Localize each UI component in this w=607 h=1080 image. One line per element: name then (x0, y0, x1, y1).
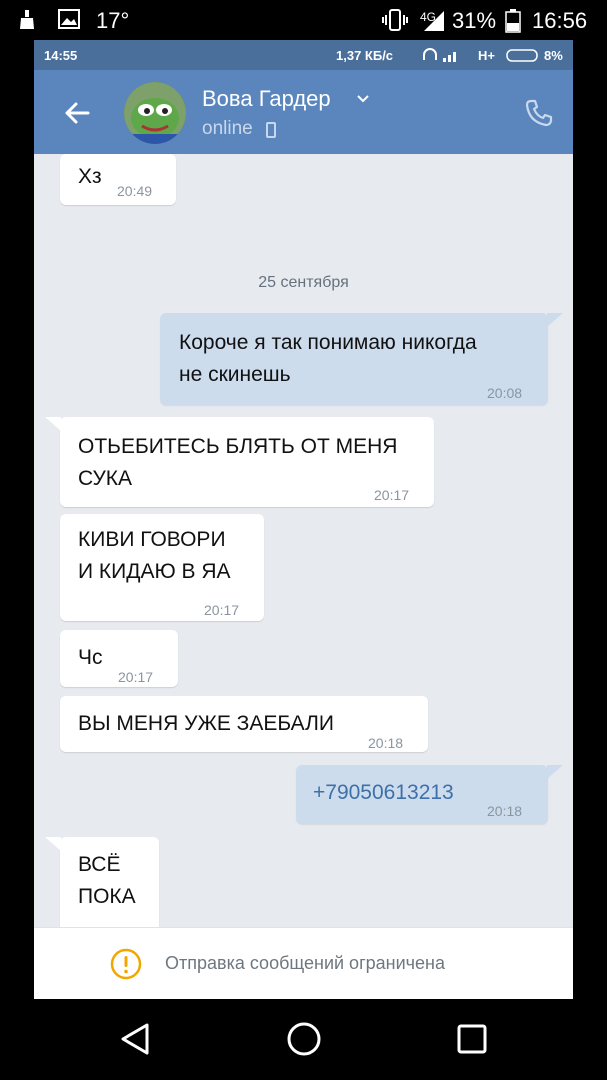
temperature: 17° (96, 8, 130, 33)
message-text: Короче я так понимаю никогда не скинешь (179, 331, 477, 386)
phone-icon[interactable] (524, 98, 554, 128)
date-separator: 25 сентября (258, 274, 349, 291)
message-time: 20:18 (368, 735, 404, 751)
message-time: 20:17 (118, 669, 154, 685)
signal-icon (424, 11, 444, 31)
clock: 16:56 (532, 8, 588, 33)
message-list[interactable]: Хз 20:49 25 сентября Короче я так понима… (34, 154, 573, 944)
inner-signal-icon (443, 52, 456, 62)
avatar[interactable] (124, 82, 186, 144)
back-arrow-icon[interactable] (60, 96, 94, 130)
message-text: Чс (78, 646, 103, 669)
message-incoming[interactable]: ОТЬЕБИТЕСЬ БЛЯТЬ ОТ МЕНЯ СУКА 20:17 (45, 417, 434, 507)
bubble-tail (45, 417, 61, 431)
presence-status: online (202, 118, 253, 139)
net-speed: 1,37 КБ/с (336, 48, 394, 63)
message-time: 20:49 (117, 183, 153, 199)
message-incoming[interactable]: ВЫ МЕНЯ УЖЕ ЗАЕБАЛИ 20:18 (60, 696, 428, 752)
message-outgoing[interactable]: Короче я так понимаю никогда не скинешь … (160, 313, 563, 405)
message-text: КИВИ ГОВОРИ И КИДАЮ В ЯА (78, 528, 231, 583)
phone-number-link[interactable]: +79050613213 (313, 777, 454, 809)
message-outgoing[interactable]: +79050613213 20:18 (296, 765, 563, 824)
message-text: ВСЁ ПОКА (78, 853, 136, 908)
recents-square-icon[interactable] (456, 1023, 488, 1055)
battery-icon (505, 9, 521, 33)
bubble-tail (547, 313, 563, 327)
message-text: ВЫ МЕНЯ УЖЕ ЗАЕБАЛИ (78, 712, 335, 735)
home-circle-icon[interactable] (286, 1021, 322, 1057)
inner-net-type: H+ (478, 48, 495, 63)
battery-percent: 31% (452, 8, 497, 33)
device-status-bar: 17° 4G 31% 16:56 (0, 0, 607, 40)
message-time: 20:17 (374, 487, 410, 503)
inner-battery-icon (506, 49, 538, 62)
message-text: Хз (78, 165, 102, 188)
message-time: 20:18 (487, 803, 523, 819)
inner-status-bar: 14:55 1,37 КБ/с H+ 8% (34, 40, 573, 70)
bubble-tail (45, 837, 61, 851)
message-time: 20:17 (204, 602, 240, 618)
restriction-footer: Отправка сообщений ограничена (34, 927, 573, 999)
screenshot-frame: 14:55 1,37 КБ/с H+ 8% Вова Гардер online… (34, 40, 573, 999)
pepe-avatar-icon (124, 82, 186, 144)
warning-icon (110, 948, 142, 980)
message-time: 20:08 (487, 385, 523, 401)
inner-clock: 14:55 (44, 48, 78, 63)
bubble-tail (547, 765, 563, 779)
vibrate-icon (382, 9, 408, 31)
headset-icon (423, 48, 437, 60)
cleaner-icon (20, 10, 34, 29)
back-triangle-icon[interactable] (119, 1022, 151, 1056)
contact-name[interactable]: Вова Гардер (202, 86, 331, 112)
restriction-message: Отправка сообщений ограничена (165, 953, 445, 973)
inner-battery-percent: 8% (544, 48, 563, 63)
message-text: ОТЬЕБИТЕСЬ БЛЯТЬ ОТ МЕНЯ СУКА (78, 435, 398, 490)
gallery-icon (58, 9, 80, 29)
message-incoming[interactable]: КИВИ ГОВОРИ И КИДАЮ В ЯА 20:17 (60, 514, 264, 621)
chat-header: Вова Гардер online (34, 70, 573, 154)
message-incoming[interactable]: Хз 20:49 (60, 154, 176, 205)
message-incoming[interactable]: Чс 20:17 (60, 630, 178, 687)
mobile-icon (266, 122, 276, 138)
system-nav-bar (0, 999, 607, 1080)
chevron-down-icon[interactable] (356, 94, 370, 104)
